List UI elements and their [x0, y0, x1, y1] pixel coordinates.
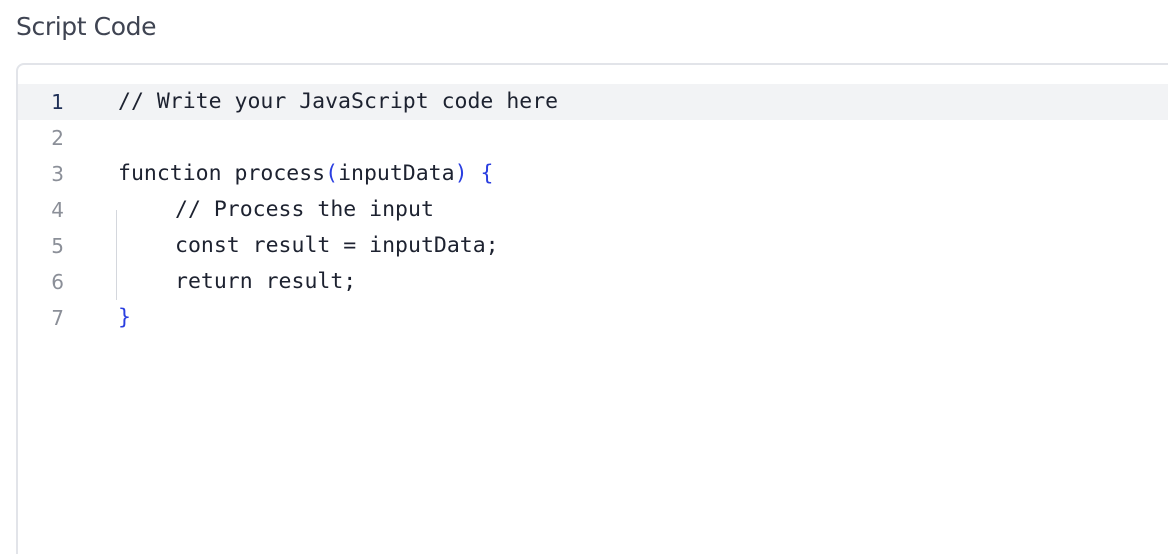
code-line-5[interactable]: 5 const result = inputData; — [18, 228, 1168, 264]
code-line-2[interactable]: 2 — [18, 120, 1168, 156]
code-line-6[interactable]: 6 return result; — [18, 264, 1168, 300]
code-line-4[interactable]: 4 // Process the input — [18, 192, 1168, 228]
code-line-1[interactable]: 1 // Write your JavaScript code here — [18, 84, 1168, 120]
line-number: 1 — [51, 90, 64, 114]
function-signature: function process — [118, 161, 326, 186]
line-number: 3 — [51, 162, 64, 186]
line-number: 6 — [51, 270, 64, 294]
section-title: Script Code — [16, 12, 157, 41]
code-text[interactable]: // Process the input — [175, 192, 434, 228]
paren-open: ( — [325, 161, 339, 186]
code-line-7[interactable]: 7 } — [18, 300, 1168, 336]
line-number: 4 — [51, 198, 64, 222]
param-name: inputData — [338, 161, 455, 186]
code-lines[interactable]: 1 // Write your JavaScript code here 2 3… — [18, 84, 1168, 336]
code-text[interactable]: return result; — [175, 264, 356, 300]
code-text[interactable]: } — [118, 300, 131, 336]
line-number: 7 — [51, 306, 64, 330]
brace-open: { — [480, 161, 494, 186]
paren-close: ) — [454, 161, 468, 186]
code-text[interactable]: // Write your JavaScript code here — [118, 84, 558, 120]
line-number: 2 — [51, 126, 64, 150]
code-line-3[interactable]: 3 function process(inputData) { — [18, 156, 1168, 192]
code-text[interactable]: const result = inputData; — [175, 228, 499, 264]
code-text[interactable]: function process(inputData) { — [118, 156, 493, 192]
brace-close: } — [118, 305, 131, 330]
code-editor[interactable]: 1 // Write your JavaScript code here 2 3… — [16, 63, 1168, 554]
line-number: 5 — [51, 234, 64, 258]
